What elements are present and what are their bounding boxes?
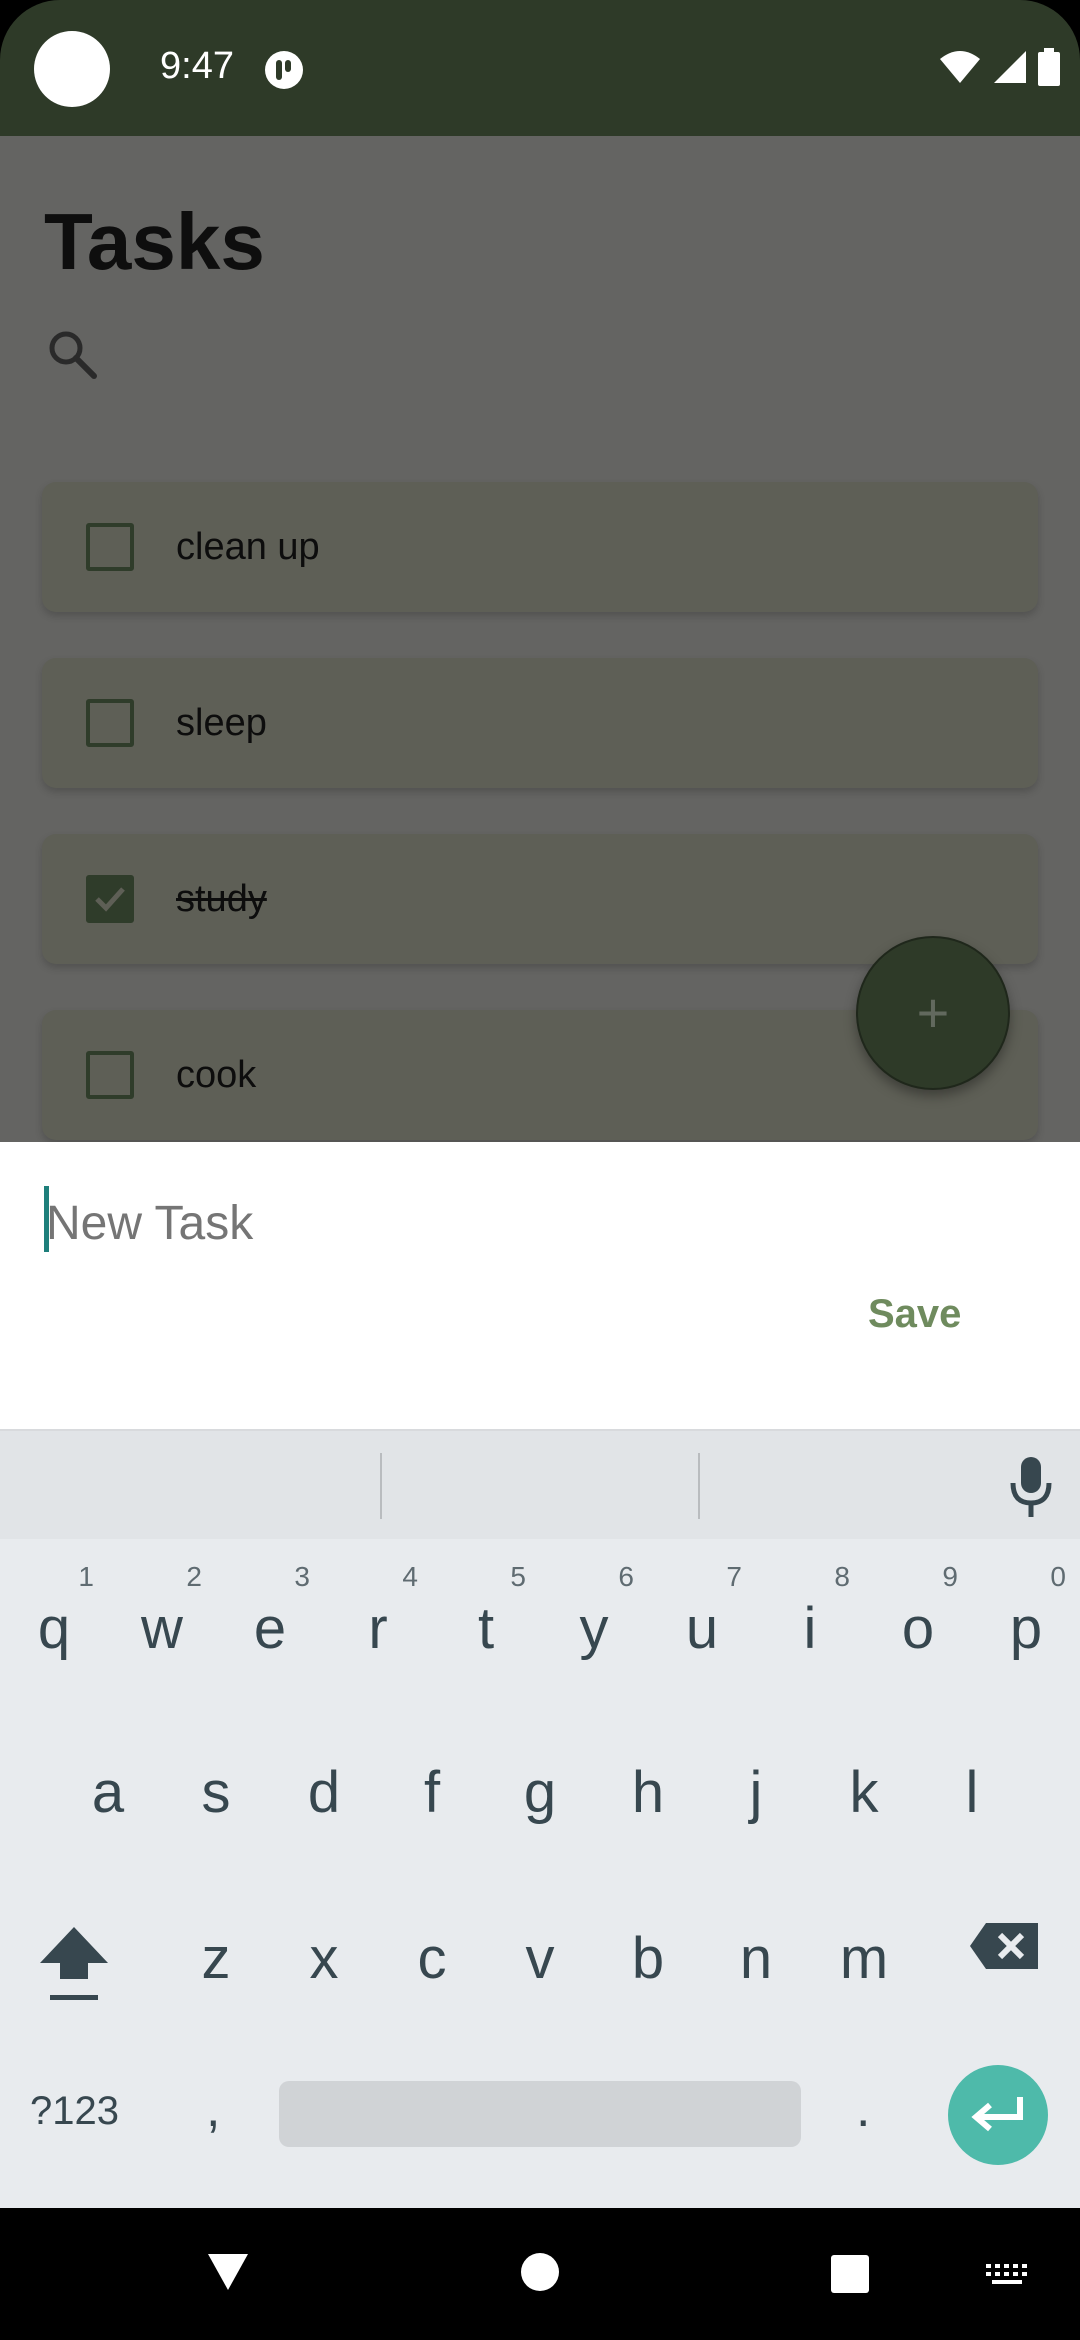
task-label: study bbox=[176, 878, 267, 920]
shift-icon[interactable] bbox=[36, 1921, 112, 2007]
key-i[interactable]: i8 bbox=[760, 1551, 860, 1671]
keyboard-switch-icon[interactable] bbox=[986, 2264, 1028, 2290]
notification-icon bbox=[265, 51, 303, 89]
recents-icon[interactable] bbox=[830, 2254, 870, 2294]
task-checkbox[interactable] bbox=[86, 699, 134, 747]
search-icon[interactable] bbox=[44, 326, 100, 382]
key-m[interactable]: m bbox=[814, 1881, 914, 2001]
camera-cutout bbox=[34, 31, 110, 107]
soft-keyboard: q1 w2 e3 r4 t5 y6 u7 i8 o9 p0 a s d f g … bbox=[0, 1429, 1080, 2208]
key-a[interactable]: a bbox=[58, 1715, 158, 1835]
microphone-icon[interactable] bbox=[1006, 1453, 1056, 1519]
key-n[interactable]: n bbox=[706, 1881, 806, 2001]
key-t[interactable]: t5 bbox=[436, 1551, 536, 1671]
plus-icon: + bbox=[916, 981, 950, 1044]
suggestion-divider bbox=[380, 1453, 382, 1519]
add-task-button[interactable]: + bbox=[856, 936, 1010, 1090]
task-checkbox-checked[interactable] bbox=[86, 875, 134, 923]
space-bar[interactable] bbox=[279, 2081, 801, 2147]
enter-key[interactable] bbox=[948, 2065, 1048, 2165]
status-time: 9:47 bbox=[160, 45, 234, 87]
key-c[interactable]: c bbox=[382, 1881, 482, 2001]
key-g[interactable]: g bbox=[490, 1715, 590, 1835]
battery-icon bbox=[1038, 48, 1060, 86]
period-key[interactable]: . bbox=[856, 2079, 870, 2139]
task-label: clean up bbox=[176, 526, 320, 568]
save-button[interactable]: Save bbox=[868, 1292, 961, 1337]
enter-icon bbox=[971, 2097, 1023, 2132]
page-title: Tasks bbox=[44, 197, 265, 286]
task-label: sleep bbox=[176, 702, 267, 744]
suggestion-strip bbox=[0, 1431, 1080, 1539]
key-q[interactable]: q1 bbox=[4, 1551, 104, 1671]
symbols-key[interactable]: ?123 bbox=[30, 2089, 119, 2134]
task-checkbox[interactable] bbox=[86, 523, 134, 571]
task-label: cook bbox=[176, 1054, 257, 1096]
new-task-sheet: Save bbox=[0, 1142, 1080, 1429]
navigation-bar bbox=[0, 2208, 1080, 2340]
task-checkbox[interactable] bbox=[86, 1051, 134, 1099]
key-e[interactable]: e3 bbox=[220, 1551, 320, 1671]
task-item[interactable]: sleep bbox=[42, 658, 1038, 788]
key-v[interactable]: v bbox=[490, 1881, 590, 2001]
key-f[interactable]: f bbox=[382, 1715, 482, 1835]
comma-key[interactable]: , bbox=[206, 2079, 220, 2139]
key-w[interactable]: w2 bbox=[112, 1551, 212, 1671]
suggestion-divider bbox=[698, 1453, 700, 1519]
tasks-screen: Tasks clean up sleep study cook + bbox=[0, 136, 1080, 1142]
key-y[interactable]: y6 bbox=[544, 1551, 644, 1671]
key-j[interactable]: j bbox=[706, 1715, 806, 1835]
key-d[interactable]: d bbox=[274, 1715, 374, 1835]
status-bar: 9:47 bbox=[0, 0, 1080, 136]
key-s[interactable]: s bbox=[166, 1715, 266, 1835]
home-icon[interactable] bbox=[520, 2252, 560, 2292]
wifi-icon bbox=[940, 51, 980, 83]
task-item[interactable]: clean up bbox=[42, 482, 1038, 612]
key-z[interactable]: z bbox=[166, 1881, 266, 2001]
phone-screen: 9:47 Tasks clean up sleep study cook + N… bbox=[0, 0, 1080, 2340]
key-l[interactable]: l bbox=[922, 1715, 1022, 1835]
backspace-icon[interactable] bbox=[968, 1921, 1040, 1971]
key-x[interactable]: x bbox=[274, 1881, 374, 2001]
key-r[interactable]: r4 bbox=[328, 1551, 428, 1671]
system-icons bbox=[938, 48, 1060, 86]
key-u[interactable]: u7 bbox=[652, 1551, 752, 1671]
check-icon bbox=[95, 887, 125, 912]
key-k[interactable]: k bbox=[814, 1715, 914, 1835]
key-o[interactable]: o9 bbox=[868, 1551, 968, 1671]
key-p[interactable]: p0 bbox=[976, 1551, 1076, 1671]
new-task-input[interactable] bbox=[44, 1184, 944, 1264]
back-icon[interactable] bbox=[206, 2252, 250, 2292]
signal-icon bbox=[994, 51, 1026, 83]
key-b[interactable]: b bbox=[598, 1881, 698, 2001]
key-h[interactable]: h bbox=[598, 1715, 698, 1835]
